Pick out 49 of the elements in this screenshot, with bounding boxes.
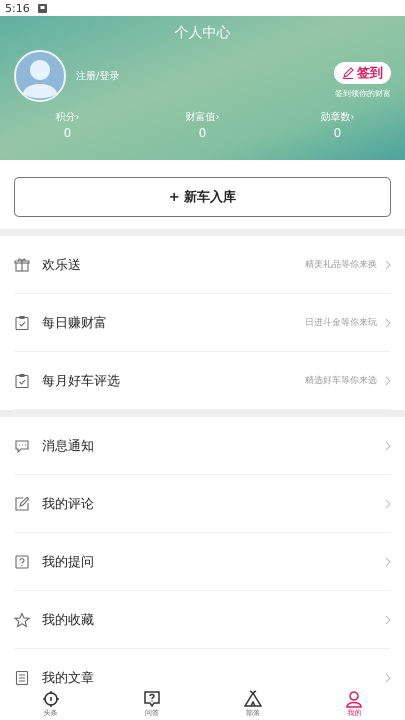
- question-icon: [14, 554, 30, 570]
- menu-label: 欢乐送: [42, 256, 81, 274]
- menu-item[interactable]: 我的收藏: [14, 591, 391, 649]
- menu-item[interactable]: 每月好车评选 精选好车等你来选: [14, 352, 391, 410]
- chat-bubble-icon: [14, 438, 30, 454]
- target-icon: [42, 690, 60, 708]
- chevron-icon: [385, 672, 391, 682]
- chevron-icon: [385, 556, 391, 566]
- add-car-button[interactable]: + 新车入库: [14, 177, 391, 217]
- page-title: 个人中心: [174, 24, 232, 42]
- menu-label: 每月好车评选: [42, 372, 120, 390]
- menu-label: 我的收藏: [42, 612, 94, 628]
- clipboard-check-icon: [14, 314, 30, 330]
- menu-subtitle: 精美礼品等你来换: [305, 258, 377, 271]
- star-icon: [14, 612, 30, 628]
- chevron-icon: [385, 318, 391, 328]
- pencil-icon: [342, 66, 354, 78]
- document-icon: [14, 670, 30, 686]
- chevron-icon: [385, 498, 391, 508]
- menu-item[interactable]: 我的评论: [14, 475, 391, 533]
- menu-item[interactable]: 消息通知: [14, 417, 391, 475]
- menu-subtitle: 精选好车等你来选: [305, 374, 377, 387]
- menu-label: 我的提问: [42, 554, 94, 570]
- chevron-icon: [385, 440, 391, 450]
- sign-in-button[interactable]: 签到: [334, 62, 391, 84]
- stat-value: 0: [64, 126, 72, 140]
- gift-icon: [14, 256, 30, 272]
- tent-icon: [244, 690, 262, 708]
- menu-item[interactable]: 我的提问: [14, 533, 391, 591]
- menu-label: 我的文章: [42, 670, 94, 686]
- chevron-icon: [385, 614, 391, 624]
- notification-icon: [38, 4, 47, 12]
- edit-icon: [14, 496, 30, 512]
- status-time: 5:16: [5, 2, 30, 14]
- clipboard-check-icon: [14, 372, 30, 388]
- stat-value: 0: [198, 126, 206, 140]
- menu-label: 消息通知: [42, 438, 94, 454]
- avatar-icon[interactable]: [14, 50, 66, 102]
- person-icon: [345, 690, 364, 708]
- stat-value: 0: [334, 126, 342, 140]
- chevron-icon: [385, 376, 391, 386]
- sign-in-hint: 签到领你的财富: [335, 88, 391, 98]
- menu-item[interactable]: 欢乐送 精美礼品等你来换: [14, 236, 391, 294]
- menu-label: 我的评论: [42, 496, 94, 512]
- chevron-icon: [385, 260, 391, 270]
- menu-label: 每日赚财富: [42, 314, 107, 332]
- menu-subtitle: 日进斗金等你来玩: [305, 316, 377, 329]
- menu-item[interactable]: 每日赚财富 日进斗金等你来玩: [14, 294, 391, 352]
- question-bubble-icon: [142, 690, 161, 708]
